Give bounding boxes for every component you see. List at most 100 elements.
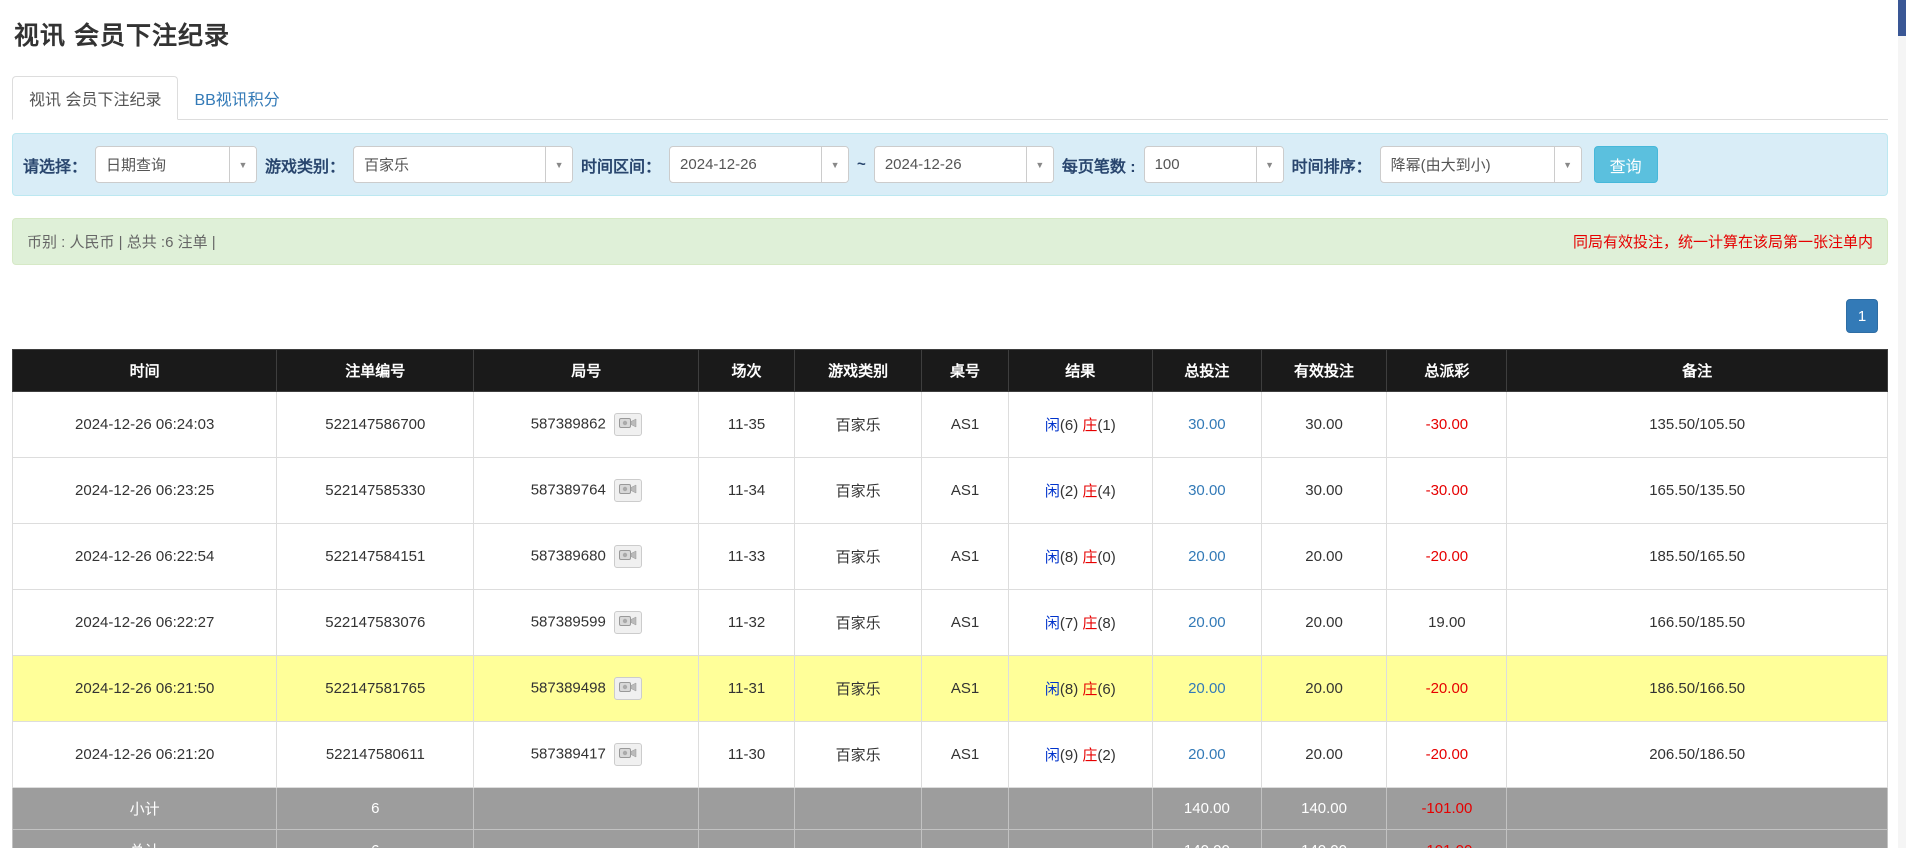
summary-payout: -101.00	[1387, 788, 1507, 830]
sort-value: 降幂(由大到小)	[1381, 154, 1554, 175]
cell-game-type: 百家乐	[794, 392, 922, 458]
page: 视讯 会员下注纪录 视讯 会员下注纪录 BB视讯积分 请选择： 日期查询 ▼ 游…	[0, 0, 1906, 848]
result-player-score: (8)	[1060, 549, 1083, 566]
cell-table-no: AS1	[922, 656, 1008, 722]
tab-bb-video-points[interactable]: BB视讯积分	[178, 77, 295, 119]
table-row: 2024-12-26 06:22:27522147583076587389599…	[13, 590, 1888, 656]
result-banker: 庄	[1082, 483, 1097, 500]
chevron-down-icon: ▼	[1554, 147, 1581, 182]
page-title: 视讯 会员下注纪录	[14, 16, 1888, 52]
cell-result: 闲(7) 庄(8)	[1008, 590, 1152, 656]
content: 视讯 会员下注纪录 视讯 会员下注纪录 BB视讯积分 请选择： 日期查询 ▼ 游…	[12, 16, 1888, 848]
summary-empty-cell	[699, 788, 795, 830]
sort-select[interactable]: 降幂(由大到小) ▼	[1380, 146, 1582, 183]
summary-count: 6	[277, 830, 474, 848]
round-number: 587389599	[531, 613, 606, 630]
result-banker: 庄	[1082, 417, 1097, 434]
summary-valid-bet: 140.00	[1261, 830, 1387, 848]
total-bet-link[interactable]: 20.00	[1188, 614, 1226, 631]
sort-label: 时间排序：	[1292, 153, 1372, 177]
cell-valid-bet: 20.00	[1261, 590, 1387, 656]
date-to-select[interactable]: 2024-12-26 ▼	[874, 146, 1054, 183]
result-banker: 庄	[1082, 681, 1097, 698]
date-from-value: 2024-12-26	[670, 156, 821, 173]
table-row: 2024-12-26 06:21:20522147580611587389417…	[13, 722, 1888, 788]
page-size-select[interactable]: 100 ▼	[1144, 146, 1284, 183]
cell-time: 2024-12-26 06:23:25	[13, 458, 277, 524]
cell-total-bet: 30.00	[1153, 392, 1262, 458]
scrollbar-thumb[interactable]	[1898, 0, 1906, 36]
cell-payout: -20.00	[1387, 722, 1507, 788]
replay-button[interactable]	[614, 479, 642, 502]
cell-session: 11-33	[699, 524, 795, 590]
result-banker-score: (4)	[1097, 483, 1115, 500]
cell-total-bet: 20.00	[1153, 656, 1262, 722]
cell-time: 2024-12-26 06:22:27	[13, 590, 277, 656]
summary-empty-cell	[1008, 830, 1152, 848]
cell-game-type: 百家乐	[794, 722, 922, 788]
table-row: 2024-12-26 06:22:54522147584151587389680…	[13, 524, 1888, 590]
cell-remark: 186.50/166.50	[1507, 656, 1888, 722]
cell-table-no: AS1	[922, 524, 1008, 590]
replay-button[interactable]	[614, 545, 642, 568]
table-row: 2024-12-26 06:23:25522147585330587389764…	[13, 458, 1888, 524]
game-type-label: 游戏类别：	[265, 153, 345, 177]
query-type-select[interactable]: 日期查询 ▼	[95, 146, 257, 183]
total-bet-link[interactable]: 20.00	[1188, 548, 1226, 565]
video-icon	[619, 680, 637, 698]
summary-empty-cell	[699, 830, 795, 848]
cell-session: 11-30	[699, 722, 795, 788]
total-bet-link[interactable]: 20.00	[1188, 680, 1226, 697]
replay-button[interactable]	[614, 413, 642, 436]
cell-bet-id: 522147585330	[277, 458, 474, 524]
replay-button[interactable]	[614, 743, 642, 766]
result-player: 闲	[1045, 681, 1060, 698]
round-number: 587389498	[531, 679, 606, 696]
column-header: 结果	[1008, 350, 1152, 392]
total-bet-link[interactable]: 30.00	[1188, 416, 1226, 433]
round-number: 587389680	[531, 547, 606, 564]
date-from-select[interactable]: 2024-12-26 ▼	[669, 146, 849, 183]
cell-remark: 206.50/186.50	[1507, 722, 1888, 788]
cell-total-bet: 20.00	[1153, 722, 1262, 788]
table-row: 2024-12-26 06:24:03522147586700587389862…	[13, 392, 1888, 458]
cell-payout: -30.00	[1387, 458, 1507, 524]
scrollbar[interactable]	[1898, 0, 1906, 848]
summary-empty-cell	[1008, 788, 1152, 830]
summary-bar: 币别 : 人民币 | 总共 :6 注单 | 同局有效投注，统一计算在该局第一张注…	[12, 218, 1888, 265]
cell-remark: 165.50/135.50	[1507, 458, 1888, 524]
page-1-button[interactable]: 1	[1846, 299, 1878, 333]
tab-bet-records[interactable]: 视讯 会员下注纪录	[12, 76, 178, 120]
result-player-score: (6)	[1060, 417, 1083, 434]
table-header-row: 时间注单编号局号场次游戏类别桌号结果总投注有效投注总派彩备注	[13, 350, 1888, 392]
result-banker: 庄	[1082, 747, 1097, 764]
replay-button[interactable]	[614, 677, 642, 700]
cell-result: 闲(6) 庄(1)	[1008, 392, 1152, 458]
cell-session: 11-34	[699, 458, 795, 524]
search-button[interactable]: 查询	[1594, 146, 1658, 183]
total-bet-link[interactable]: 20.00	[1188, 746, 1226, 763]
result-banker-score: (6)	[1097, 681, 1115, 698]
result-player-score: (9)	[1060, 747, 1083, 764]
cell-payout: -30.00	[1387, 392, 1507, 458]
result-player: 闲	[1045, 549, 1060, 566]
result-player: 闲	[1045, 483, 1060, 500]
cell-round: 587389680	[474, 524, 699, 590]
page-size-label: 每页笔数 :	[1062, 153, 1136, 177]
chevron-down-icon: ▼	[229, 147, 256, 182]
summary-count: 6	[277, 788, 474, 830]
replay-button[interactable]	[614, 611, 642, 634]
cell-total-bet: 20.00	[1153, 524, 1262, 590]
summary-label: 总计	[13, 830, 277, 848]
video-icon	[619, 416, 637, 434]
bet-records-table: 时间注单编号局号场次游戏类别桌号结果总投注有效投注总派彩备注 2024-12-2…	[12, 349, 1888, 848]
game-type-select[interactable]: 百家乐 ▼	[353, 146, 573, 183]
result-player-score: (8)	[1060, 681, 1083, 698]
total-bet-link[interactable]: 30.00	[1188, 482, 1226, 499]
date-to-value: 2024-12-26	[875, 156, 1026, 173]
cell-time: 2024-12-26 06:22:54	[13, 524, 277, 590]
cell-game-type: 百家乐	[794, 458, 922, 524]
column-header: 备注	[1507, 350, 1888, 392]
cell-round: 587389862	[474, 392, 699, 458]
column-header: 场次	[699, 350, 795, 392]
